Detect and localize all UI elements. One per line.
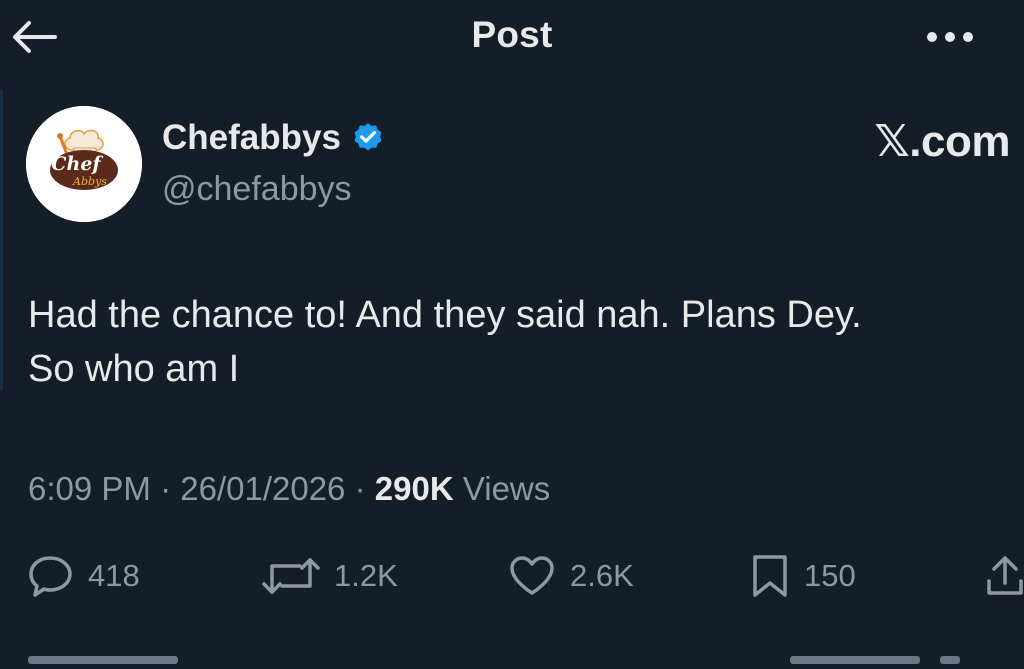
svg-text:Abbys: Abbys <box>72 175 107 188</box>
left-edge-artifact <box>0 90 3 390</box>
repost-button[interactable]: 1.2K <box>262 548 398 604</box>
cutoff-text-fragment <box>790 656 920 664</box>
next-section-cutoff <box>0 654 1024 669</box>
action-bar: 418 1.2K 2.6K 150 <box>0 548 1024 604</box>
views-count: 290K <box>374 470 454 507</box>
post-date[interactable]: 26/01/2026 <box>180 470 345 507</box>
post-time[interactable]: 6:09 PM <box>28 470 151 507</box>
cutoff-text-fragment <box>28 656 178 664</box>
more-horizontal-icon <box>927 32 973 42</box>
heart-icon <box>510 556 554 595</box>
source-watermark: 𝕏.com <box>874 117 1010 166</box>
reply-icon <box>29 556 72 597</box>
views-label: Views <box>462 470 551 507</box>
avatar[interactable]: Chef Abbys <box>26 106 142 222</box>
post-text: Had the chance to! And they said nah. Pl… <box>28 288 1008 396</box>
more-options-button[interactable] <box>920 22 980 52</box>
meta-separator: · <box>160 470 172 507</box>
post-text-line: Had the chance to! And they said nah. Pl… <box>28 294 862 336</box>
post-page: Post Chef Abbys Chefabbys @chefabbys 𝕏.c… <box>0 0 1024 669</box>
repost-count: 1.2K <box>334 558 398 593</box>
svg-text:Chef: Chef <box>51 153 103 175</box>
post-text-line: So who am I <box>28 348 240 390</box>
verified-badge-icon <box>354 123 382 151</box>
like-button[interactable]: 2.6K <box>508 548 634 604</box>
author-name-row: Chefabbys <box>162 118 385 158</box>
bookmark-button[interactable]: 150 <box>750 548 856 604</box>
meta-separator: · <box>354 470 366 507</box>
chef-abbys-logo: Chef Abbys <box>26 106 142 222</box>
author-name[interactable]: Chefabbys <box>162 118 341 158</box>
reply-button[interactable]: 418 <box>28 548 140 604</box>
like-count: 2.6K <box>570 558 634 593</box>
bookmark-icon <box>753 555 787 597</box>
share-button[interactable] <box>986 548 1024 604</box>
repost-icon <box>262 558 320 594</box>
post-meta: 6:09 PM · 26/01/2026 · 290K Views <box>28 470 550 508</box>
cutoff-text-fragment <box>940 656 960 664</box>
share-icon <box>987 556 1023 595</box>
author-handle[interactable]: @chefabbys <box>162 170 352 209</box>
bookmark-count: 150 <box>804 558 856 593</box>
page-title: Post <box>471 14 553 55</box>
reply-count: 418 <box>88 558 140 593</box>
